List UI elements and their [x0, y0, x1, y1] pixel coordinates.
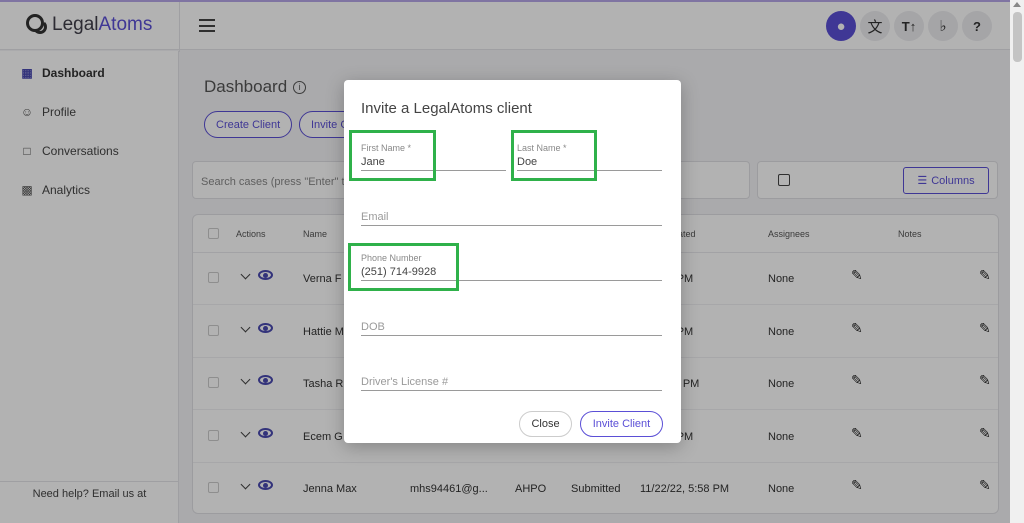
scroll-up-icon[interactable] [1013, 2, 1021, 7]
close-button[interactable]: Close [519, 411, 572, 437]
invite-client-button[interactable]: Invite Client [580, 411, 663, 437]
drivers-license-field[interactable] [361, 373, 662, 391]
dob-input[interactable] [361, 321, 662, 333]
drivers-license-input[interactable] [361, 376, 662, 388]
highlight-last-name [511, 130, 597, 181]
highlight-first-name [349, 130, 436, 181]
highlight-phone-number [348, 243, 459, 291]
email-input[interactable] [361, 211, 662, 223]
email-field[interactable] [361, 208, 662, 226]
dialog-title: Invite a LegalAtoms client [361, 100, 532, 117]
page-scrollbar[interactable] [1010, 0, 1024, 523]
invite-client-dialog: Invite a LegalAtoms client First Name * … [344, 80, 681, 443]
dob-field[interactable] [361, 318, 662, 336]
scroll-thumb[interactable] [1013, 12, 1022, 62]
